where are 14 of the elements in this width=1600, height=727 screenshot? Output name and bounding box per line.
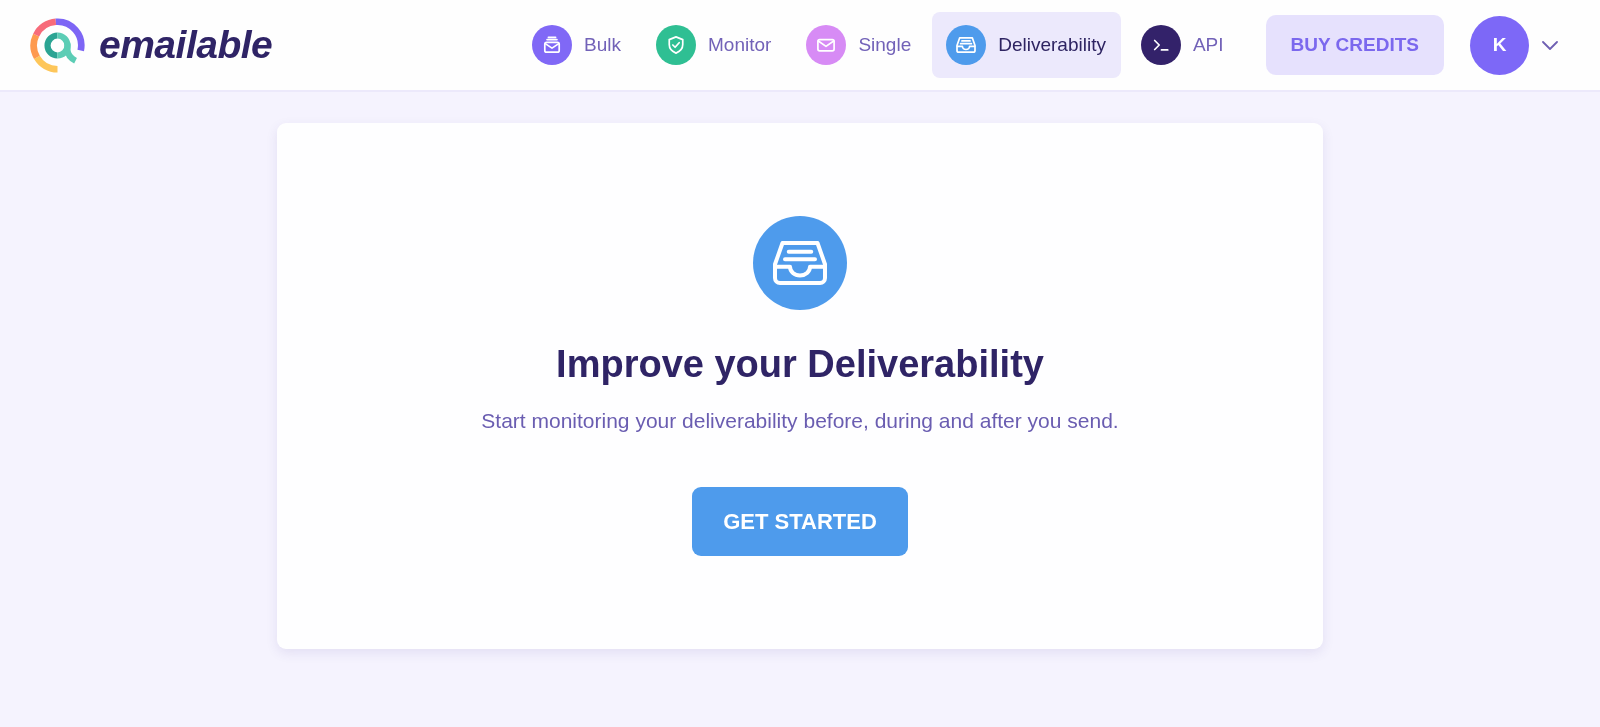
logo-wordmark: emailable — [99, 22, 273, 68]
nav-tab[interactable]: Bulk — [518, 12, 637, 78]
nav-tab[interactable]: Monitor — [642, 12, 787, 78]
user-avatar[interactable]: K — [1470, 15, 1529, 75]
nav-tab[interactable]: Single — [792, 12, 927, 78]
inbox-tray-icon — [753, 216, 847, 310]
nav-tab[interactable]: Deliverability — [932, 12, 1121, 78]
nav-tab[interactable]: API — [1126, 12, 1239, 78]
get-started-button[interactable]: GET STARTED — [692, 487, 908, 556]
chevron-down-icon[interactable] — [1542, 40, 1558, 50]
logo-icon — [29, 16, 86, 74]
empty-state-title: Improve your Deliverability — [556, 342, 1044, 386]
buy-credits-button[interactable]: BUY CREDITS — [1265, 15, 1444, 75]
empty-state-description: Start monitoring your deliverability before, during and after you send. — [481, 408, 1119, 434]
